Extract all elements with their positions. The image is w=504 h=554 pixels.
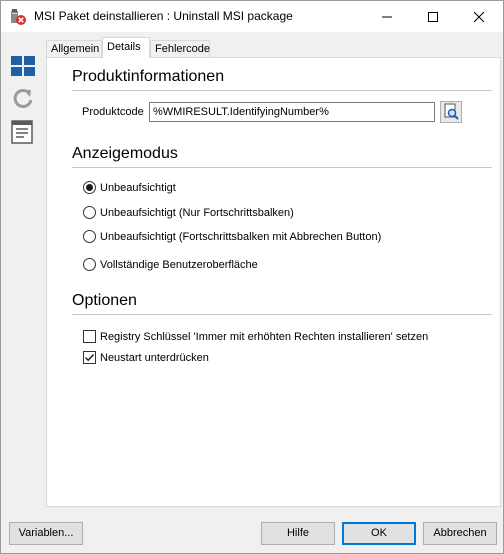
checkbox-registry-key[interactable] — [83, 330, 96, 343]
section-title-produktinformationen: Produktinformationen — [72, 68, 225, 85]
minimize-button[interactable] — [364, 1, 410, 32]
uninstall-package-icon — [9, 8, 27, 26]
checkmark-icon — [85, 354, 95, 362]
minimize-icon — [382, 16, 392, 17]
refresh-icon[interactable] — [11, 87, 35, 111]
maximize-icon — [428, 11, 438, 22]
browse-button[interactable] — [440, 101, 462, 123]
close-button[interactable] — [456, 1, 502, 32]
variables-button[interactable]: Variablen... — [9, 522, 83, 545]
radio-label: Vollständige Benutzeroberfläche — [100, 259, 258, 271]
checkbox-label: Registry Schlüssel 'Immer mit erhöhten R… — [100, 331, 429, 343]
radio-unbeaufsichtigt[interactable] — [83, 181, 96, 194]
radio-vollstaendige-oberflaeche[interactable] — [83, 258, 96, 271]
product-code-input[interactable]: %WMIRESULT.IdentifyingNumber% — [149, 102, 435, 122]
checkbox-label: Neustart unterdrücken — [100, 352, 209, 364]
section-divider — [72, 167, 492, 168]
side-toolbar — [1, 32, 43, 512]
radio-unbeaufsichtigt-fortschrittsbalken[interactable] — [83, 206, 96, 219]
title-bar: MSI Paket deinstallieren : Uninstall MSI… — [1, 1, 503, 32]
checkbox-neustart[interactable] — [83, 351, 96, 364]
help-button[interactable]: Hilfe — [261, 522, 335, 545]
windows-grid-icon[interactable] — [11, 56, 35, 80]
radio-label: Unbeaufsichtigt — [100, 182, 176, 194]
section-divider — [72, 314, 492, 315]
details-panel: Produktinformationen Produktcode %WMIRES… — [46, 57, 501, 507]
ok-button[interactable]: OK — [342, 522, 416, 545]
window-title: MSI Paket deinstallieren : Uninstall MSI… — [34, 9, 293, 23]
search-document-icon — [444, 103, 459, 120]
radio-label: Unbeaufsichtigt (Fortschrittsbalken mit … — [100, 231, 382, 243]
section-divider — [72, 90, 492, 91]
tab-details[interactable]: Details — [102, 37, 150, 58]
section-title-optionen: Optionen — [72, 292, 137, 309]
tab-fehlercode[interactable]: Fehlercode — [150, 40, 210, 58]
maximize-button[interactable] — [410, 1, 456, 32]
document-list-icon[interactable] — [11, 120, 35, 144]
close-icon — [473, 11, 485, 22]
cancel-button[interactable]: Abbrechen — [423, 522, 497, 545]
tab-allgemein[interactable]: Allgemein — [46, 40, 102, 58]
product-code-label: Produktcode — [82, 106, 144, 118]
section-title-anzeigemodus: Anzeigemodus — [72, 145, 178, 162]
radio-unbeaufsichtigt-abbrechen[interactable] — [83, 230, 96, 243]
dialog-window: MSI Paket deinstallieren : Uninstall MSI… — [0, 0, 504, 554]
radio-label: Unbeaufsichtigt (Nur Fortschrittsbalken) — [100, 207, 294, 219]
